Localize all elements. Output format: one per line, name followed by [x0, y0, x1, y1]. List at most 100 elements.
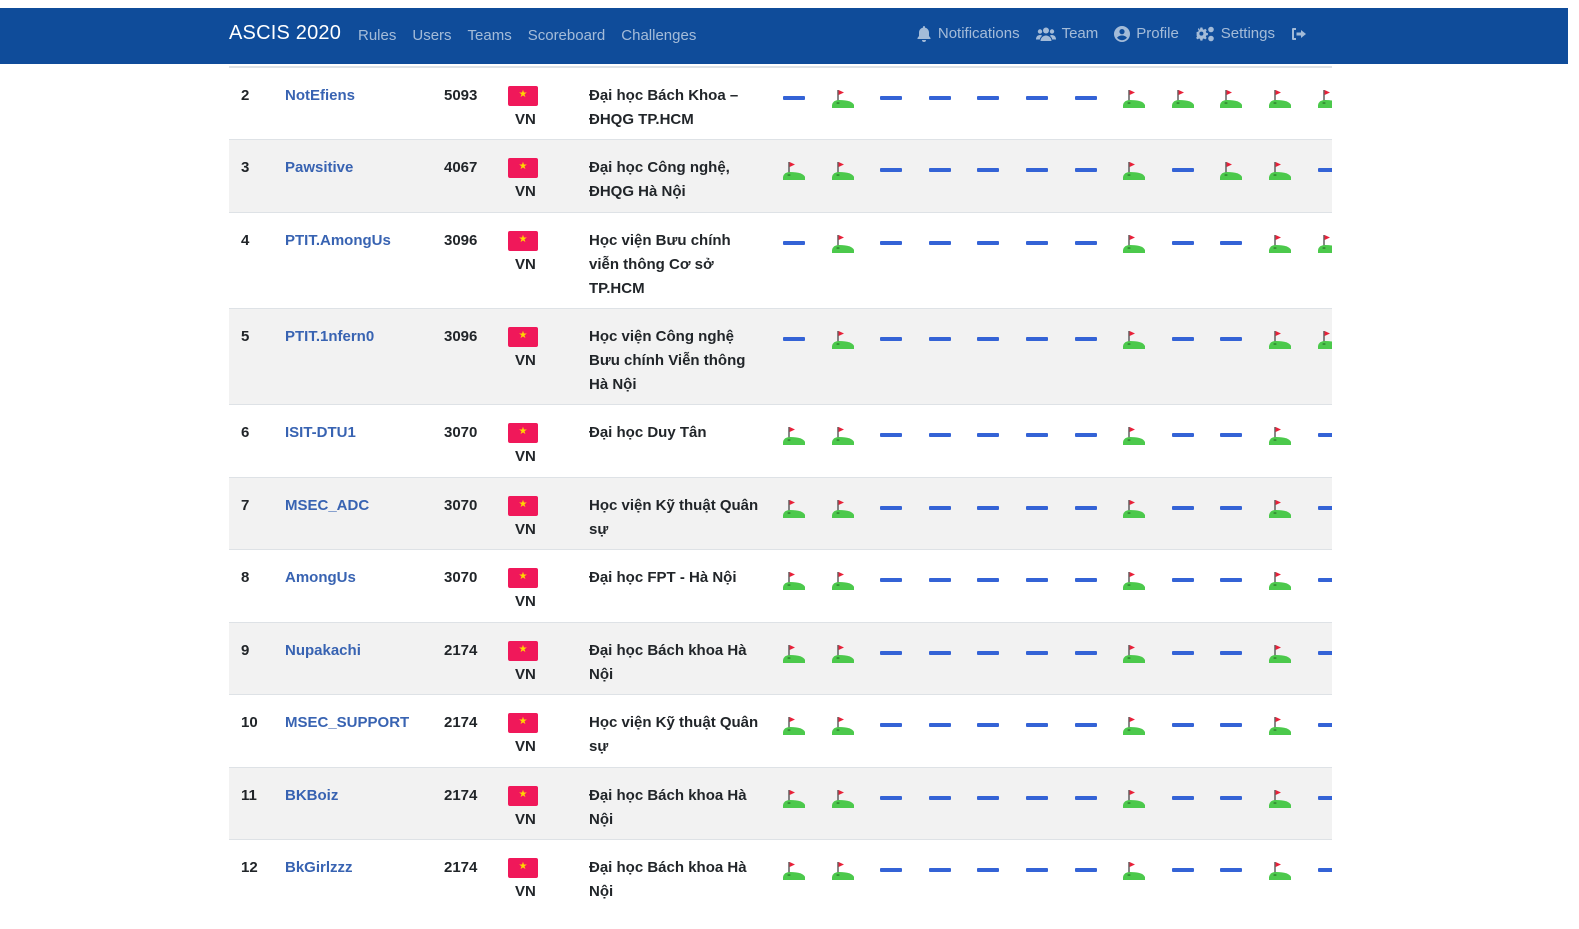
unsolved-dash-icon[interactable] [1074, 786, 1098, 810]
unsolved-dash-icon[interactable] [1317, 641, 1332, 665]
unsolved-dash-icon[interactable] [1074, 713, 1098, 737]
unsolved-dash-icon[interactable] [928, 568, 952, 592]
solved-flag-icon[interactable] [1171, 86, 1195, 110]
unsolved-dash-icon[interactable] [976, 327, 1000, 351]
unsolved-dash-icon[interactable] [1025, 231, 1049, 255]
solved-flag-icon[interactable] [1268, 858, 1292, 882]
solved-flag-icon[interactable] [1122, 86, 1146, 110]
unsolved-dash-icon[interactable] [1171, 786, 1195, 810]
team-link[interactable]: Pawsitive [285, 156, 353, 180]
unsolved-dash-icon[interactable] [928, 858, 952, 882]
unsolved-dash-icon[interactable] [976, 231, 1000, 255]
unsolved-dash-icon[interactable] [879, 641, 903, 665]
solved-flag-icon[interactable] [1122, 423, 1146, 447]
solved-flag-icon[interactable] [1122, 231, 1146, 255]
team-link[interactable]: NotEfiens [285, 84, 355, 108]
solved-flag-icon[interactable] [831, 858, 855, 882]
solved-flag-icon[interactable] [782, 713, 806, 737]
unsolved-dash-icon[interactable] [782, 327, 806, 351]
team-link[interactable]: PTIT.1nfern0 [285, 325, 374, 349]
unsolved-dash-icon[interactable] [976, 158, 1000, 182]
unsolved-dash-icon[interactable] [928, 786, 952, 810]
unsolved-dash-icon[interactable] [1025, 158, 1049, 182]
unsolved-dash-icon[interactable] [1219, 568, 1243, 592]
unsolved-dash-icon[interactable] [1317, 158, 1332, 182]
nav-logout[interactable] [1291, 27, 1307, 41]
unsolved-dash-icon[interactable] [1171, 231, 1195, 255]
unsolved-dash-icon[interactable] [1074, 423, 1098, 447]
unsolved-dash-icon[interactable] [976, 858, 1000, 882]
solved-flag-icon[interactable] [782, 641, 806, 665]
unsolved-dash-icon[interactable] [879, 158, 903, 182]
team-link[interactable]: MSEC_SUPPORT [285, 711, 409, 735]
unsolved-dash-icon[interactable] [1074, 231, 1098, 255]
unsolved-dash-icon[interactable] [1317, 496, 1332, 520]
scrollbar[interactable] [1568, 8, 1579, 929]
unsolved-dash-icon[interactable] [1025, 86, 1049, 110]
solved-flag-icon[interactable] [782, 858, 806, 882]
unsolved-dash-icon[interactable] [1171, 858, 1195, 882]
solved-flag-icon[interactable] [1268, 423, 1292, 447]
solved-flag-icon[interactable] [831, 786, 855, 810]
unsolved-dash-icon[interactable] [1074, 327, 1098, 351]
solved-flag-icon[interactable] [1122, 327, 1146, 351]
unsolved-dash-icon[interactable] [976, 713, 1000, 737]
solved-flag-icon[interactable] [1122, 641, 1146, 665]
team-link[interactable]: AmongUs [285, 566, 356, 590]
unsolved-dash-icon[interactable] [976, 86, 1000, 110]
unsolved-dash-icon[interactable] [928, 713, 952, 737]
solved-flag-icon[interactable] [1317, 327, 1332, 351]
unsolved-dash-icon[interactable] [1025, 568, 1049, 592]
nav-profile[interactable]: Profile [1114, 25, 1179, 42]
unsolved-dash-icon[interactable] [1171, 641, 1195, 665]
unsolved-dash-icon[interactable] [782, 231, 806, 255]
solved-flag-icon[interactable] [1122, 496, 1146, 520]
team-link[interactable]: BkGirlzzz [285, 856, 353, 880]
unsolved-dash-icon[interactable] [879, 858, 903, 882]
unsolved-dash-icon[interactable] [1074, 858, 1098, 882]
solved-flag-icon[interactable] [1268, 713, 1292, 737]
team-link[interactable]: ISIT-DTU1 [285, 421, 356, 445]
solved-flag-icon[interactable] [831, 86, 855, 110]
unsolved-dash-icon[interactable] [928, 327, 952, 351]
unsolved-dash-icon[interactable] [879, 786, 903, 810]
solved-flag-icon[interactable] [831, 641, 855, 665]
team-link[interactable]: PTIT.AmongUs [285, 229, 391, 253]
unsolved-dash-icon[interactable] [976, 423, 1000, 447]
unsolved-dash-icon[interactable] [928, 641, 952, 665]
unsolved-dash-icon[interactable] [1317, 786, 1332, 810]
unsolved-dash-icon[interactable] [1317, 568, 1332, 592]
unsolved-dash-icon[interactable] [1219, 496, 1243, 520]
unsolved-dash-icon[interactable] [1074, 641, 1098, 665]
unsolved-dash-icon[interactable] [879, 327, 903, 351]
nav-link-challenges[interactable]: Challenges [621, 27, 696, 44]
unsolved-dash-icon[interactable] [1219, 786, 1243, 810]
team-link[interactable]: BKBoiz [285, 784, 338, 808]
unsolved-dash-icon[interactable] [1074, 568, 1098, 592]
unsolved-dash-icon[interactable] [1025, 713, 1049, 737]
unsolved-dash-icon[interactable] [1219, 423, 1243, 447]
solved-flag-icon[interactable] [1317, 86, 1332, 110]
unsolved-dash-icon[interactable] [1025, 641, 1049, 665]
unsolved-dash-icon[interactable] [928, 158, 952, 182]
unsolved-dash-icon[interactable] [1025, 786, 1049, 810]
unsolved-dash-icon[interactable] [1219, 231, 1243, 255]
solved-flag-icon[interactable] [1268, 231, 1292, 255]
unsolved-dash-icon[interactable] [1025, 858, 1049, 882]
solved-flag-icon[interactable] [1122, 568, 1146, 592]
solved-flag-icon[interactable] [1219, 86, 1243, 110]
solved-flag-icon[interactable] [1122, 713, 1146, 737]
unsolved-dash-icon[interactable] [1171, 423, 1195, 447]
unsolved-dash-icon[interactable] [782, 86, 806, 110]
nav-link-teams[interactable]: Teams [468, 27, 512, 44]
solved-flag-icon[interactable] [831, 568, 855, 592]
unsolved-dash-icon[interactable] [1317, 713, 1332, 737]
unsolved-dash-icon[interactable] [1219, 327, 1243, 351]
nav-team[interactable]: Team [1035, 25, 1098, 42]
unsolved-dash-icon[interactable] [879, 713, 903, 737]
unsolved-dash-icon[interactable] [1171, 327, 1195, 351]
unsolved-dash-icon[interactable] [928, 423, 952, 447]
unsolved-dash-icon[interactable] [879, 568, 903, 592]
unsolved-dash-icon[interactable] [1074, 496, 1098, 520]
solved-flag-icon[interactable] [1268, 641, 1292, 665]
